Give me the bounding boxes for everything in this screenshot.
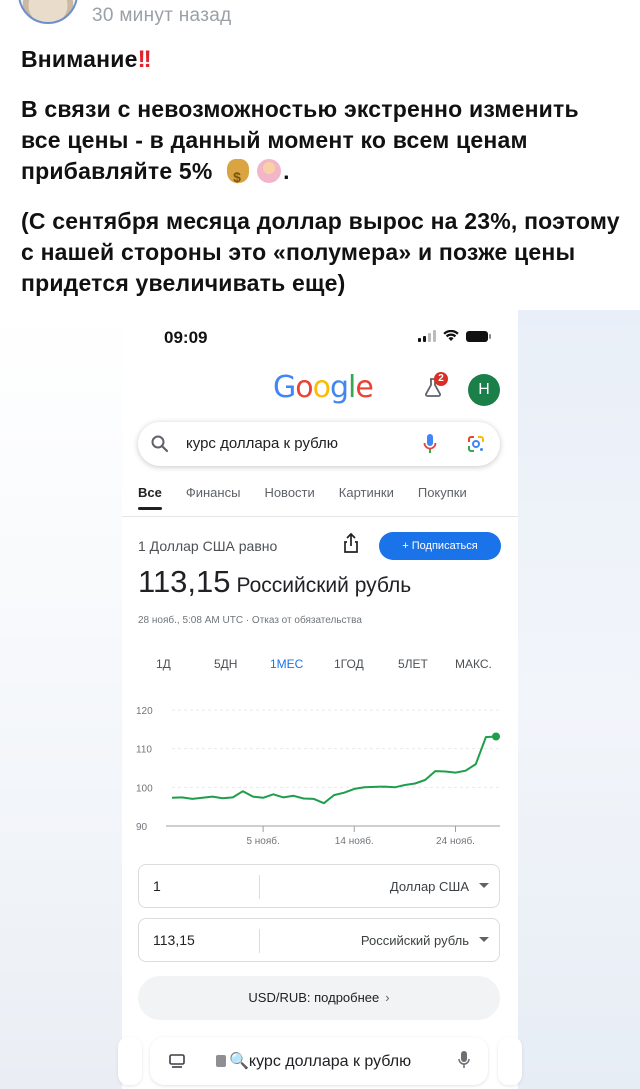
rate-display: 113,15 Российский рубль (138, 564, 411, 600)
share-icon[interactable] (342, 532, 360, 554)
search-tabs: Все Финансы Новости Картинки Покупки (138, 485, 491, 510)
post-body-end: . (283, 158, 290, 184)
rate-unit: Российский рубль (236, 574, 412, 597)
tab-finance[interactable]: Финансы (186, 485, 241, 510)
tab-images[interactable]: Картинки (339, 485, 394, 510)
search-box[interactable]: курс доллара к рублю (138, 422, 500, 466)
post-title: Внимание (21, 46, 138, 72)
last-point-marker (492, 732, 500, 741)
user-avatar[interactable]: H (468, 374, 500, 406)
address-text-wrap[interactable]: 🔍курс доллара к рублю (216, 1051, 411, 1071)
y-tick-label: 120 (136, 706, 153, 717)
battery-icon (466, 330, 491, 342)
equals-label: 1 Доллар США равно (138, 538, 278, 554)
shrug-icon (257, 159, 282, 183)
range-max[interactable]: МАКС. (455, 657, 492, 671)
range-1y[interactable]: 1ГОД (334, 657, 364, 671)
embedded-phone-screenshot[interactable]: 09:09 Google 2 H курс доллара к рублю Вс… (122, 310, 518, 1089)
signal-icon (418, 330, 436, 342)
usd-rub-series-line (171, 735, 497, 805)
address-bar[interactable]: 🔍курс доллара к рублю (150, 1037, 488, 1085)
converter-from-currency[interactable]: Доллар США (390, 879, 469, 894)
y-tick-label: 100 (136, 783, 153, 794)
converter-separator (259, 929, 260, 953)
x-tick-label: 5 нояб. (246, 835, 279, 847)
author-avatar[interactable] (18, 0, 78, 24)
address-text[interactable]: курс доллара к рублю (249, 1053, 411, 1070)
range-1d[interactable]: 1Д (156, 657, 171, 671)
range-5y[interactable]: 5ЛЕТ (398, 657, 428, 671)
x-tick-label: 14 нояб. (335, 835, 374, 847)
notification-badge: 2 (434, 372, 448, 386)
google-lens-icon[interactable] (466, 434, 486, 454)
range-1m[interactable]: 1МЕС (270, 657, 303, 671)
converter-separator (259, 875, 260, 899)
chevron-down-icon[interactable] (479, 937, 489, 942)
microphone-icon[interactable] (458, 1050, 470, 1070)
search-query[interactable]: курс доллара к рублю (186, 435, 338, 452)
tabs-icon[interactable] (168, 1052, 186, 1070)
search-icon (151, 435, 169, 453)
x-tick-label: 24 нояб. (436, 835, 475, 847)
range-5d[interactable]: 5ДН (214, 657, 237, 671)
more-details-button[interactable]: USD/RUB: подробнее › (138, 976, 500, 1020)
post-note: (С сентября месяца доллар вырос на 23%, … (21, 208, 620, 296)
money-bag-icon (227, 159, 250, 193)
y-tick-label: 110 (136, 745, 152, 756)
rate-value: 113,15 (138, 564, 231, 599)
converter-to[interactable]: 113,15 Российский рубль (138, 918, 500, 962)
post-time: 30 минут назад (92, 5, 232, 26)
wifi-icon (443, 330, 459, 341)
chevron-down-icon[interactable] (479, 883, 489, 888)
post-title-line: Внимание!! (21, 44, 621, 75)
tab-shopping[interactable]: Покупки (418, 485, 467, 510)
previous-tab-pill[interactable] (118, 1037, 142, 1085)
microphone-icon[interactable] (422, 433, 438, 455)
magnifier-icon: 🔍 (229, 1053, 249, 1070)
rate-chart[interactable]: 90 100 110 120 5 нояб. 14 нояб. 24 нояб. (132, 702, 512, 852)
chevron-right-icon: › (385, 990, 390, 1005)
post-body-text: В связи с невозможностью экстренно измен… (21, 96, 579, 184)
converter-to-value[interactable]: 113,15 (153, 932, 195, 948)
status-icons (418, 330, 491, 342)
tab-news[interactable]: Новости (264, 485, 314, 510)
lock-icon (216, 1055, 226, 1067)
double-exclamation-icon: !! (137, 46, 152, 73)
tabs-divider (122, 516, 518, 517)
subscribe-button[interactable]: + Подписаться (379, 532, 501, 560)
tab-all[interactable]: Все (138, 485, 162, 510)
status-time: 09:09 (164, 328, 208, 347)
google-logo[interactable]: Google (273, 370, 374, 405)
converter-from[interactable]: 1 Доллар США (138, 864, 500, 908)
rate-meta: 28 нояб., 5:08 AM UTC · Отказ от обязате… (138, 615, 362, 626)
more-details-label: USD/RUB: подробнее (248, 990, 380, 1005)
next-tab-pill[interactable] (498, 1037, 522, 1085)
converter-from-value[interactable]: 1 (153, 878, 161, 894)
y-tick-label: 90 (136, 822, 148, 833)
screenshot-left-margin (0, 310, 122, 1089)
screenshot-right-margin (518, 310, 640, 1089)
converter-to-currency[interactable]: Российский рубль (361, 933, 469, 948)
post-body: В связи с невозможностью экстренно измен… (21, 94, 621, 193)
